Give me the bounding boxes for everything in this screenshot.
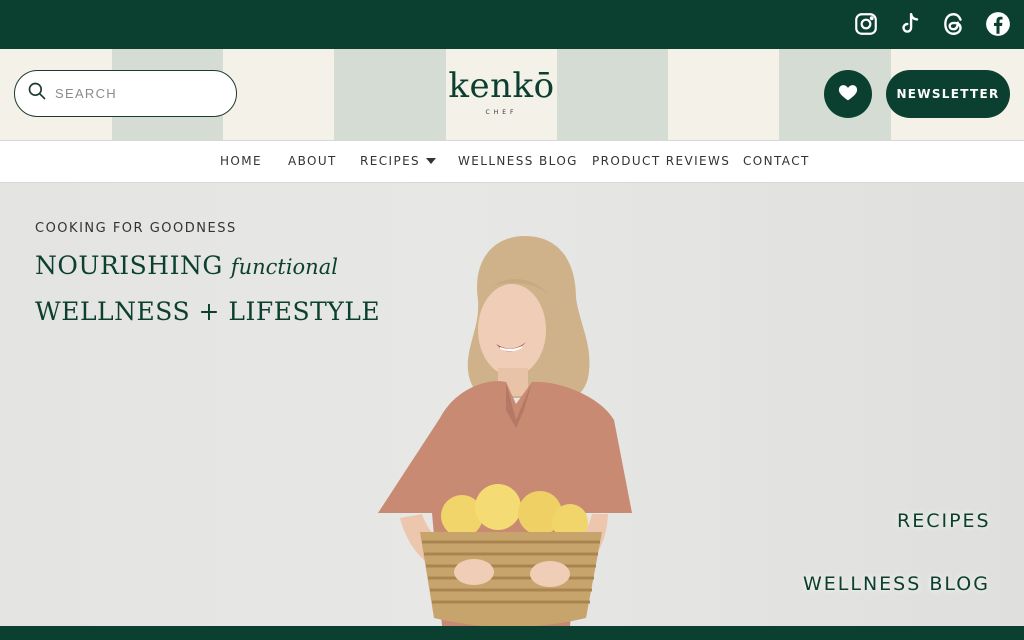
hero-link-wellness-blog[interactable]: WELLNESS BLOG <box>803 573 990 595</box>
hero-headline-line-2: WELLNESS + LIFESTYLE <box>35 297 381 326</box>
nav-item-wellness-blog[interactable]: WELLNESS BLOG <box>458 154 578 168</box>
nav-item-product-reviews[interactable]: PRODUCT REVIEWS <box>592 154 730 168</box>
nav-item-recipes[interactable]: RECIPES <box>360 154 437 168</box>
nav-label: RECIPES <box>360 154 421 168</box>
tiktok-icon[interactable] <box>896 10 924 38</box>
threads-icon[interactable] <box>940 10 968 38</box>
newsletter-button[interactable]: NEWSLETTER <box>886 70 1010 118</box>
nav-item-contact[interactable]: CONTACT <box>743 154 810 168</box>
site-header: kenkō CHEF NEWSLETTER <box>0 49 1024 140</box>
search-icon <box>27 81 47 106</box>
hero-headline-line-1: NOURISHING functional <box>35 251 338 280</box>
logo-wordmark: kenkō <box>448 66 555 106</box>
main-navigation: HOME ABOUT RECIPES WELLNESS BLOG PRODUCT… <box>0 140 1024 183</box>
nav-label: PRODUCT REVIEWS <box>592 154 731 168</box>
nav-item-about[interactable]: ABOUT <box>288 154 337 168</box>
hero-eyebrow: COOKING FOR GOODNESS <box>35 221 237 236</box>
favorites-button[interactable] <box>824 70 872 118</box>
hero-section: COOKING FOR GOODNESS NOURISHING functiona… <box>0 183 1024 626</box>
nav-label: WELLNESS BLOG <box>458 154 578 168</box>
search-box[interactable] <box>14 70 237 117</box>
bottom-bar <box>0 626 1024 640</box>
nav-label: HOME <box>220 154 263 168</box>
header-stripe <box>557 49 668 140</box>
nav-label: CONTACT <box>743 154 810 168</box>
hero-photo <box>378 236 632 626</box>
facebook-icon[interactable] <box>984 10 1012 38</box>
site-logo[interactable]: kenkō CHEF <box>446 49 557 140</box>
heart-icon <box>837 81 859 108</box>
instagram-icon[interactable] <box>852 10 880 38</box>
logo-subtitle: CHEF <box>485 109 518 116</box>
nav-item-home[interactable]: HOME <box>220 154 262 168</box>
hero-headline-text: NOURISHING <box>35 251 223 280</box>
search-input[interactable] <box>55 86 225 101</box>
top-social-bar <box>0 0 1024 49</box>
hero-headline-italic: functional <box>230 255 338 279</box>
caret-down-icon <box>426 158 437 164</box>
hero-link-recipes[interactable]: RECIPES <box>897 510 991 532</box>
nav-label: ABOUT <box>288 154 337 168</box>
header-stripe <box>334 49 446 140</box>
